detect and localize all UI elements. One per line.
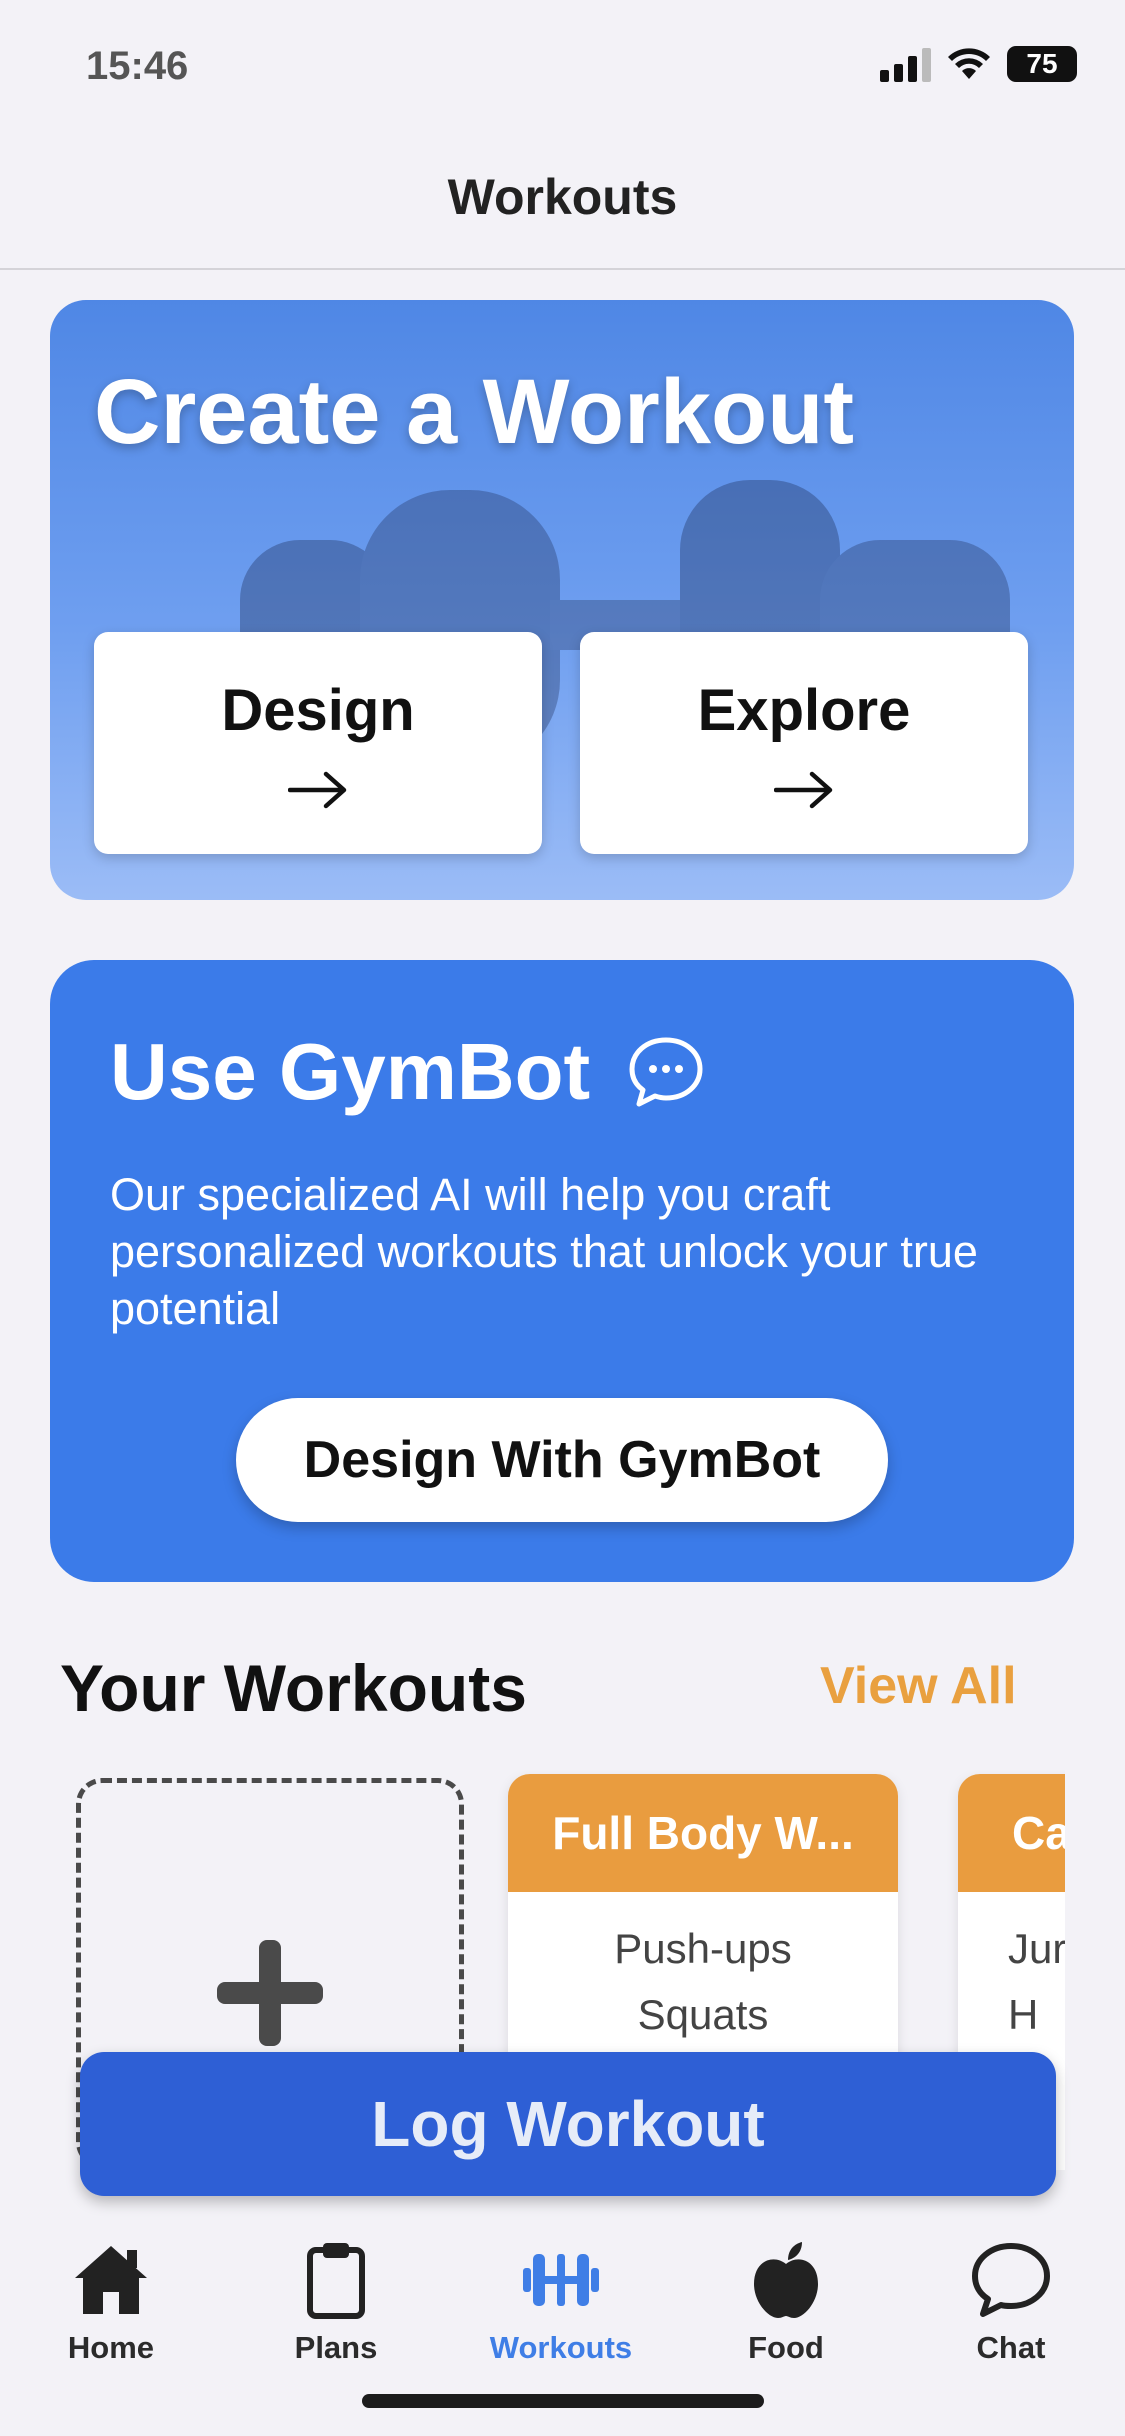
- tab-label: Chat: [976, 2330, 1046, 2365]
- gymbot-title: Use GymBot: [110, 1027, 591, 1116]
- status-icons: 75: [880, 46, 1077, 82]
- cellular-signal-icon: [880, 46, 931, 82]
- clipboard-icon: [307, 2243, 365, 2319]
- apple-icon: [754, 2242, 818, 2318]
- home-icon: [75, 2246, 147, 2314]
- plus-icon: [217, 1940, 323, 2046]
- log-workout-button[interactable]: Log Workout: [80, 2052, 1056, 2196]
- exercise-item: Jur: [1008, 1925, 1065, 1972]
- dumbbell-icon: [523, 2254, 599, 2306]
- status-bar: 15:46 75: [0, 0, 1125, 140]
- tab-food[interactable]: Food: [686, 2238, 886, 2388]
- view-all-link[interactable]: View All: [820, 1656, 1017, 1716]
- your-workouts-title: Your Workouts: [60, 1651, 527, 1725]
- tab-label: Home: [67, 2330, 155, 2365]
- tab-label: Plans: [294, 2330, 378, 2365]
- battery-indicator: 75: [1007, 46, 1077, 82]
- exercise-item: Squats: [637, 1991, 769, 2038]
- page-title: Workouts: [447, 169, 678, 225]
- arrow-right-icon: [288, 771, 347, 808]
- design-button-label: Design: [221, 677, 415, 743]
- arrow-right-icon: [774, 771, 833, 808]
- status-time: 15:46: [86, 44, 189, 88]
- tab-workouts[interactable]: Workouts: [461, 2238, 661, 2388]
- nav-header: Workouts: [0, 140, 1125, 270]
- design-button[interactable]: Design: [94, 632, 542, 854]
- tab-home[interactable]: Home: [11, 2238, 211, 2388]
- create-workout-card: Create a Workout Design Explore: [50, 300, 1074, 900]
- workout-card-title: Ca: [958, 1774, 1065, 1892]
- chat-bubble-dots-icon: [629, 1037, 703, 1107]
- wifi-icon: [948, 48, 990, 79]
- explore-button[interactable]: Explore: [580, 632, 1028, 854]
- chat-bubble-icon: [972, 2243, 1050, 2317]
- tab-plans[interactable]: Plans: [236, 2238, 436, 2388]
- workout-card-title: Full Body W...: [508, 1774, 898, 1892]
- gymbot-description: Our specialized AI will help you craft p…: [110, 1169, 978, 1334]
- home-indicator: [362, 2394, 764, 2408]
- exercise-item: H: [1008, 1991, 1039, 2038]
- create-workout-title: Create a Workout: [94, 361, 855, 463]
- tab-label: Food: [748, 2330, 824, 2365]
- tab-chat[interactable]: Chat: [911, 2238, 1111, 2388]
- tab-label: Workouts: [489, 2330, 633, 2365]
- design-with-gymbot-button[interactable]: Design With GymBot: [236, 1398, 888, 1522]
- gymbot-card: Use GymBot Our specialized AI will help …: [50, 960, 1074, 1582]
- explore-button-label: Explore: [697, 677, 911, 743]
- exercise-item: Push-ups: [614, 1925, 792, 1972]
